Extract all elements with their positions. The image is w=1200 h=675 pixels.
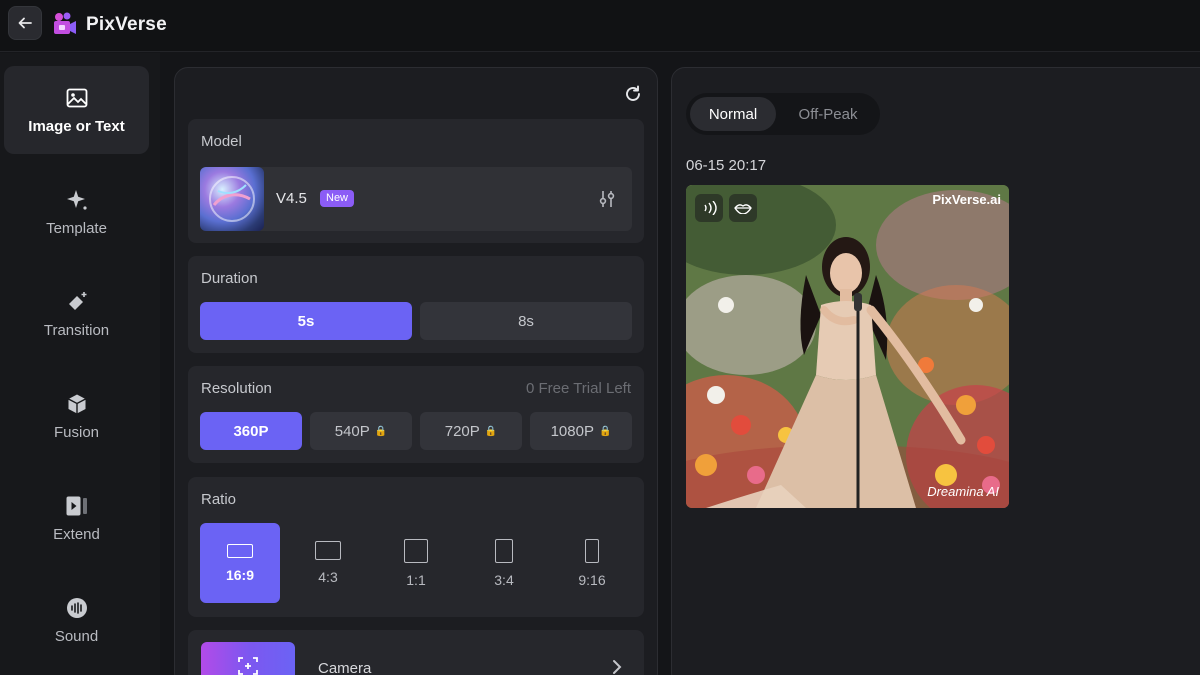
queue-mode-toggle: Normal Off-Peak — [686, 93, 880, 135]
lock-icon: 🔒 — [374, 425, 388, 437]
free-trial-text: 0 Free Trial Left — [525, 380, 631, 397]
refresh-icon — [626, 85, 640, 101]
ratio-option-label: 4:3 — [318, 569, 338, 585]
camera-focus-icon — [238, 657, 258, 675]
ratio-card: Ratio 16:9 4:3 1:1 3:4 9:16 — [188, 477, 644, 617]
model-thumbnail — [200, 167, 264, 231]
ratio-option-label: 3:4 — [494, 571, 514, 588]
settings-panel: Model V4.5 New Duration 5s 8s Resolution… — [174, 67, 658, 675]
sidebar-item-image-or-text[interactable]: Image or Text — [4, 66, 149, 154]
resolution-label-720p: 720P — [444, 422, 480, 440]
sidebar-item-label: Template — [46, 219, 107, 237]
dreamina-watermark: Dreamina AI — [927, 484, 999, 499]
ratio-16-9-icon — [227, 543, 253, 558]
lock-icon: 🔒 — [484, 425, 498, 437]
pixverse-logo-icon — [54, 12, 76, 34]
camera-card[interactable]: Camera — [188, 630, 644, 675]
model-card: Model V4.5 New — [188, 119, 644, 243]
resolution-option-720p[interactable]: 720P 🔒 — [420, 412, 522, 450]
arrow-left-icon — [18, 17, 32, 29]
lips-icon — [734, 204, 752, 214]
chevron-right-icon — [613, 660, 622, 674]
pixverse-watermark: PixVerse.ai — [932, 192, 1001, 207]
result-timestamp: 06-15 20:17 — [686, 157, 767, 174]
camera-thumbnail — [201, 642, 295, 675]
mode-normal-button[interactable]: Normal — [690, 97, 776, 131]
sidebar-item-label: Image or Text — [28, 117, 125, 135]
top-bar: PixVerse — [0, 0, 1200, 52]
resolution-card: Resolution 0 Free Trial Left 360P 540P 🔒 … — [188, 366, 644, 463]
ratio-label: Ratio — [201, 491, 237, 508]
model-selector[interactable]: V4.5 New — [200, 167, 632, 231]
video-frame-illustration — [686, 185, 1009, 508]
resolution-label-1080p: 1080P — [550, 422, 594, 440]
resolution-label-360p: 360P — [233, 422, 269, 440]
sidebar-item-fusion[interactable]: Fusion — [4, 372, 149, 460]
sidebar-item-label: Extend — [53, 525, 100, 543]
ratio-1-1-icon — [404, 538, 428, 563]
image-icon — [65, 86, 89, 110]
sound-wave-icon — [65, 596, 89, 620]
duration-card: Duration 5s 8s — [188, 256, 644, 353]
results-panel: Normal Off-Peak 06-15 20:17 PixVerse.ai … — [671, 67, 1200, 675]
duration-option-5s[interactable]: 5s — [200, 302, 412, 340]
resolution-option-1080p[interactable]: 1080P 🔒 — [530, 412, 632, 450]
ratio-option-label: 1:1 — [406, 571, 426, 588]
audio-button[interactable] — [695, 194, 723, 222]
ratio-option-4-3[interactable]: 4:3 — [288, 523, 368, 603]
generated-video-preview[interactable]: PixVerse.ai Dreamina AI — [686, 185, 1009, 508]
sidebar-item-label: Fusion — [53, 423, 100, 441]
sidebar-item-template[interactable]: Template — [4, 168, 149, 256]
sidebar-item-label: Transition — [43, 321, 110, 339]
settings-sliders-icon[interactable] — [596, 188, 618, 210]
ratio-9-16-icon — [585, 538, 599, 563]
sidebar-item-extend[interactable]: Extend — [4, 474, 149, 562]
duration-label: Duration — [201, 270, 258, 287]
model-label: Model — [201, 133, 242, 150]
mode-off-peak-button[interactable]: Off-Peak — [780, 97, 876, 131]
lip-sync-button[interactable] — [729, 194, 757, 222]
sidebar-item-sound[interactable]: Sound — [4, 576, 149, 664]
resolution-label: Resolution — [201, 380, 272, 397]
camera-label: Camera — [318, 660, 372, 675]
ratio-option-9-16[interactable]: 9:16 — [552, 523, 632, 603]
cube-icon — [65, 392, 89, 416]
ratio-option-1-1[interactable]: 1:1 — [376, 523, 456, 603]
sidebar-item-transition[interactable]: Transition — [4, 270, 149, 358]
resolution-option-360p[interactable]: 360P — [200, 412, 302, 450]
transition-icon — [65, 290, 89, 314]
sidebar-item-label: Sound — [54, 627, 99, 645]
app-name: PixVerse — [86, 14, 167, 35]
duration-option-8s[interactable]: 8s — [420, 302, 632, 340]
ratio-option-3-4[interactable]: 3:4 — [464, 523, 544, 603]
extend-icon — [65, 494, 89, 518]
back-button[interactable] — [8, 6, 42, 40]
ratio-option-label: 16:9 — [225, 566, 255, 583]
model-name: V4.5 — [276, 190, 307, 207]
ratio-option-16-9[interactable]: 16:9 — [200, 523, 280, 603]
lock-icon: 🔒 — [598, 425, 612, 437]
ratio-3-4-icon — [495, 538, 513, 563]
ratio-4-3-icon — [315, 541, 341, 560]
refresh-button[interactable] — [621, 82, 645, 106]
sparkle-icon — [65, 188, 89, 212]
ratio-option-label: 9:16 — [578, 571, 606, 588]
audio-waves-icon — [704, 201, 717, 215]
resolution-option-540p[interactable]: 540P 🔒 — [310, 412, 412, 450]
resolution-label-540p: 540P — [334, 422, 370, 440]
new-badge: New — [320, 190, 355, 207]
sidebar: Image or Text Template Transition Fusion… — [0, 53, 160, 675]
